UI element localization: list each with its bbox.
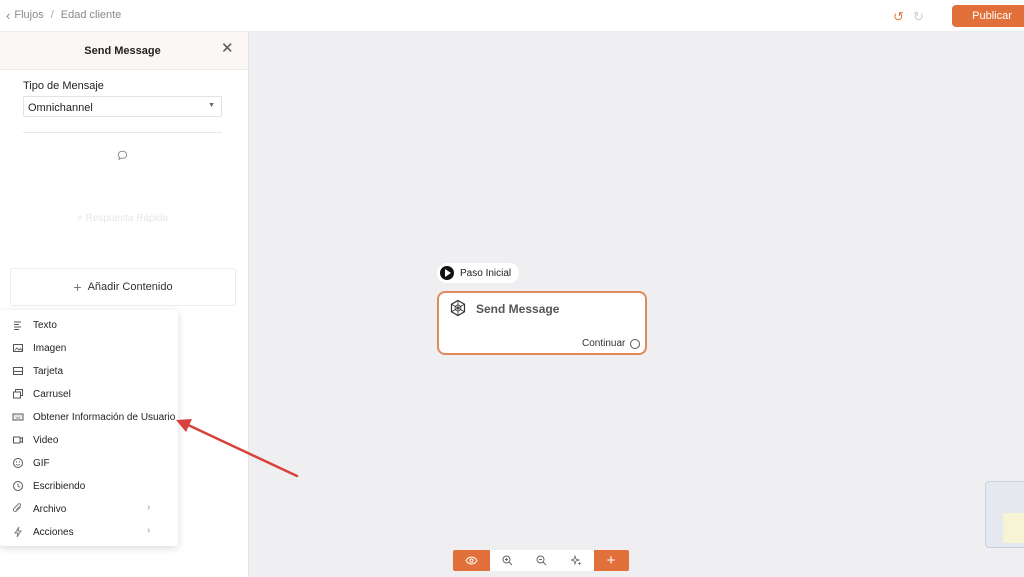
menu-item-label: Acciones	[33, 527, 74, 538]
tipo-mensaje-label: Tipo de Mensaje	[23, 80, 104, 92]
clock-icon	[13, 481, 23, 491]
menu-item-label: Carrusel	[33, 389, 71, 400]
node-output-label: Continuar	[582, 338, 626, 349]
breadcrumb-separator: /	[50, 9, 54, 21]
hexagon-node-icon	[450, 299, 466, 317]
text-lines-icon	[14, 321, 21, 330]
content-type-menu: Texto Imagen Tarjeta Carrusel Obtener In…	[0, 310, 178, 546]
chevron-right-icon: ›	[147, 525, 151, 536]
chevron-left-icon[interactable]: ‹	[6, 9, 10, 22]
start-step-pill[interactable]: Paso Inicial	[437, 263, 519, 283]
panel-header: Send Message ✕	[0, 32, 248, 70]
canvas-toolbar: +	[453, 550, 631, 571]
minimap-node	[1003, 513, 1024, 543]
breadcrumb: ‹ Flujos / Edad cliente	[6, 9, 122, 22]
breadcrumb-flujos[interactable]: Flujos	[14, 9, 43, 21]
menu-item-acciones[interactable]: Acciones ›	[0, 521, 178, 543]
lightning-icon	[14, 526, 22, 538]
undo-icon[interactable]: ↺	[893, 9, 904, 25]
zoom-in-icon	[502, 555, 513, 566]
menu-item-carrusel[interactable]: Carrusel	[0, 383, 178, 405]
add-content-label: Añadir Contenido	[87, 281, 173, 293]
eye-icon	[465, 556, 478, 565]
menu-item-escribiendo[interactable]: Escribiendo	[0, 475, 178, 497]
keyboard-icon	[12, 413, 24, 421]
zoom-in-button[interactable]	[490, 550, 525, 571]
carousel-icon	[13, 389, 23, 399]
minimap[interactable]	[985, 481, 1024, 548]
preview-button[interactable]	[453, 550, 490, 571]
node-output-port[interactable]	[630, 339, 640, 349]
caret-down-icon: ▼	[208, 102, 215, 109]
redo-icon[interactable]: ↻	[913, 9, 924, 25]
chevron-right-icon: ›	[147, 502, 151, 513]
breadcrumb-current: Edad cliente	[60, 9, 122, 21]
menu-item-label: Texto	[33, 320, 57, 331]
menu-item-label: GIF	[33, 458, 50, 469]
panel-title: Send Message	[84, 45, 161, 57]
publish-button[interactable]: Publicar	[952, 5, 1024, 27]
zoom-out-button[interactable]	[524, 550, 559, 571]
menu-item-label: Escribiendo	[33, 481, 86, 492]
image-icon	[13, 344, 23, 352]
add-content-button[interactable]: + Añadir Contenido	[10, 268, 236, 306]
menu-item-texto[interactable]: Texto	[0, 314, 178, 336]
video-icon	[13, 436, 23, 444]
top-bar: ‹ Flujos / Edad cliente ↺ ↻ Publicar	[0, 0, 1024, 32]
send-message-node[interactable]: Send Message Continuar	[437, 291, 647, 355]
gif-icon	[13, 458, 23, 468]
paperclip-icon	[12, 503, 22, 513]
add-node-button[interactable]: +	[593, 550, 629, 571]
card-icon	[13, 367, 23, 375]
menu-item-archivo[interactable]: Archivo ›	[0, 498, 178, 520]
plus-icon: +	[606, 552, 616, 569]
plus-icon: +	[73, 279, 82, 295]
node-title: Send Message	[476, 302, 560, 316]
menu-item-tarjeta[interactable]: Tarjeta	[0, 360, 178, 382]
menu-item-imagen[interactable]: Imagen	[0, 337, 178, 359]
chat-bubble-icon	[117, 150, 128, 161]
menu-item-label: Imagen	[33, 343, 67, 354]
tipo-mensaje-select[interactable]: Omnichannel ▼	[23, 96, 222, 117]
menu-item-label: Obtener Información de Usuario	[33, 412, 176, 423]
menu-item-obtener-informacion[interactable]: Obtener Información de Usuario	[0, 406, 178, 428]
menu-item-label: Video	[33, 435, 59, 446]
menu-item-label: Archivo	[33, 504, 67, 515]
sparkle-icon	[570, 555, 582, 566]
divider	[23, 132, 222, 133]
close-icon[interactable]: ✕	[221, 41, 234, 56]
quick-reply-ghost: + Respuesta Rápida	[77, 213, 168, 224]
tipo-mensaje-value: Omnichannel	[28, 102, 93, 114]
menu-item-gif[interactable]: GIF	[0, 452, 178, 474]
zoom-out-icon	[536, 555, 547, 566]
play-icon	[440, 266, 454, 280]
menu-item-video[interactable]: Video	[0, 429, 178, 451]
menu-item-label: Tarjeta	[33, 366, 64, 377]
auto-layout-button[interactable]	[559, 550, 594, 571]
start-step-label: Paso Inicial	[460, 267, 512, 279]
